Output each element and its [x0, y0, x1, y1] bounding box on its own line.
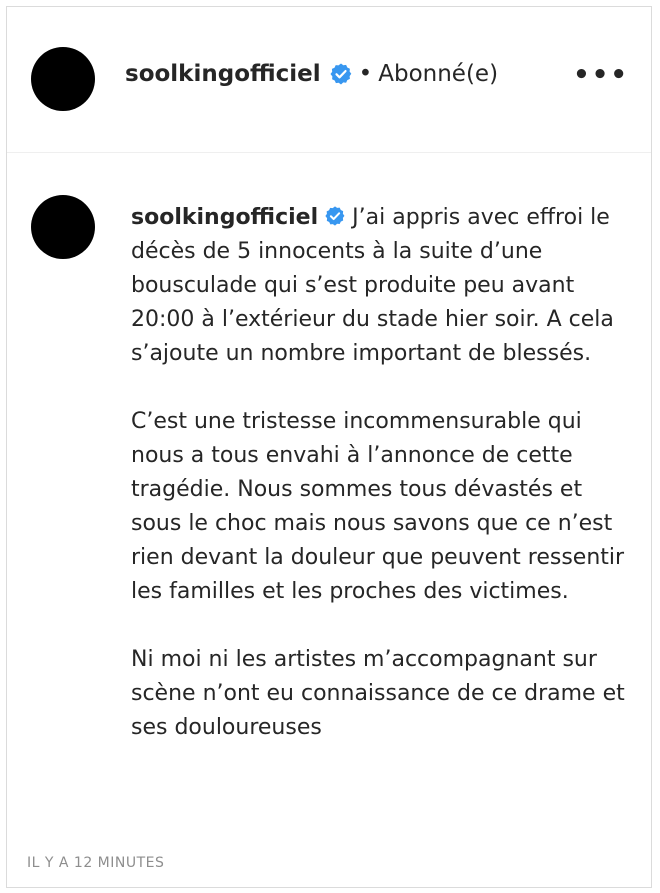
separator-dot: •: [358, 61, 373, 87]
post-timestamp: IL Y A 12 MINUTES: [27, 855, 165, 871]
post-card: soolkingofficiel • Abonné(e) ••• soolkin…: [6, 6, 652, 888]
header-username[interactable]: soolkingofficiel: [125, 61, 321, 87]
verified-badge-icon: [329, 62, 353, 86]
caption-paragraph-3: Ni moi ni les artistes m’accompagnant su…: [131, 647, 625, 740]
verified-badge-icon: [324, 204, 346, 226]
more-options-icon[interactable]: •••: [573, 62, 629, 88]
caption-comment: soolkingofficiel J’ai appris avec effroi…: [7, 153, 651, 815]
caption-paragraph-2: C’est une tristesse incommensurable qui …: [131, 409, 625, 604]
avatar[interactable]: [31, 47, 95, 111]
follow-button[interactable]: Abonné(e): [378, 61, 498, 87]
caption-text: soolkingofficiel J’ai appris avec effroi…: [131, 201, 631, 779]
header-user-line: soolkingofficiel • Abonné(e): [125, 61, 498, 87]
avatar[interactable]: [31, 195, 95, 259]
caption-username[interactable]: soolkingofficiel: [131, 205, 318, 230]
caption-paragraph: soolkingofficiel J’ai appris avec effroi…: [131, 201, 631, 371]
post-header: soolkingofficiel • Abonné(e) •••: [7, 7, 651, 153]
